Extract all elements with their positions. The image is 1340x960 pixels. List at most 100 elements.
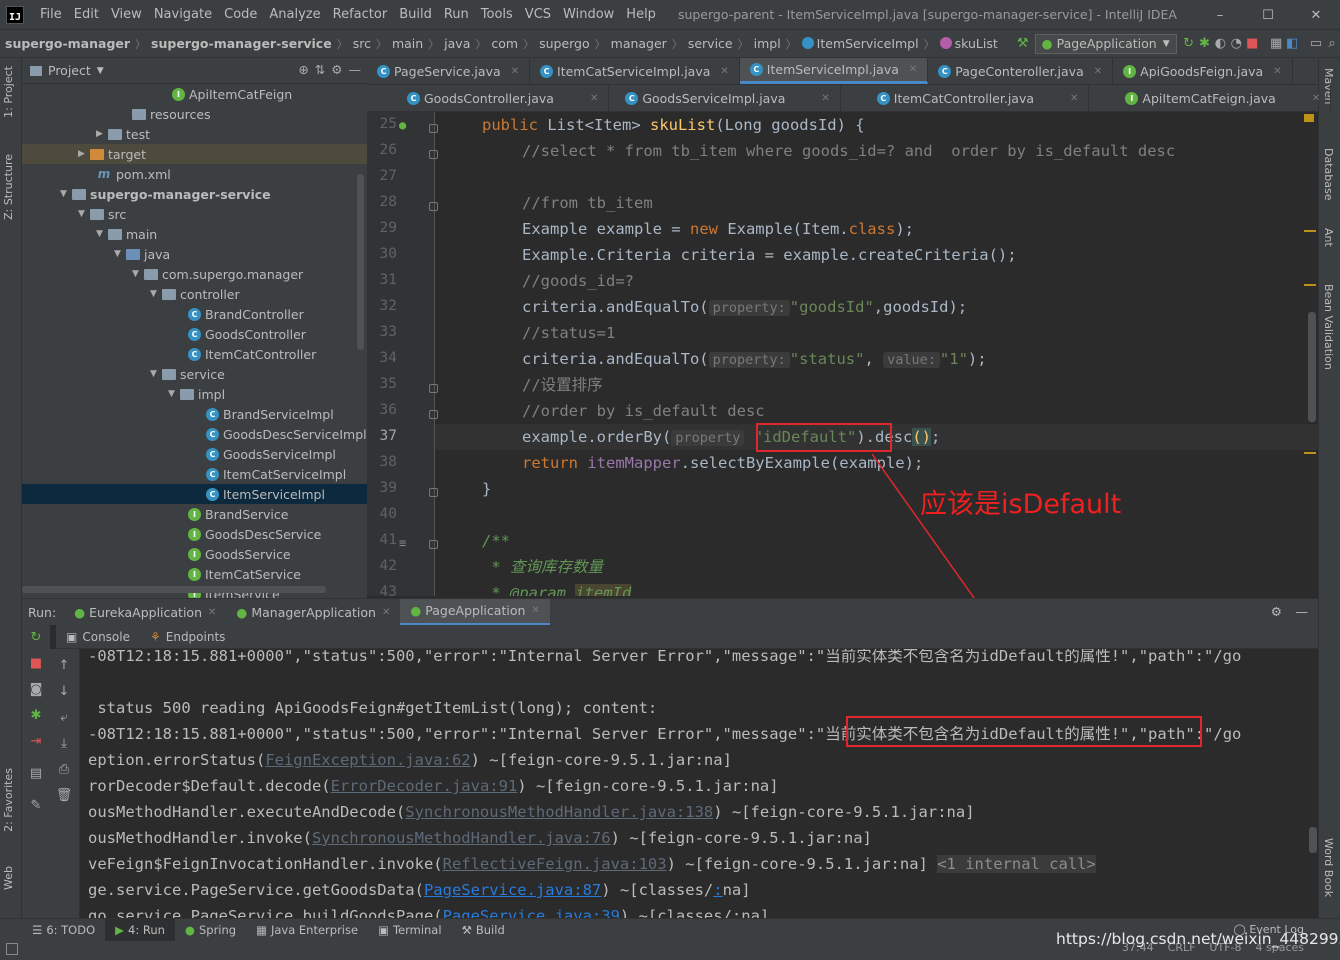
warning-stripe[interactable] xyxy=(1304,230,1316,232)
database-tool-button[interactable]: Database xyxy=(1322,148,1335,201)
close-icon[interactable]: ✕ xyxy=(821,93,829,104)
trash-icon[interactable]: 🗑 xyxy=(54,785,74,805)
tree-item[interactable]: C GoodsDescServiceImpl xyxy=(22,424,367,444)
breadcrumb-module[interactable]: supergo-manager-service xyxy=(148,36,335,51)
tree-item[interactable]: I ItemCatService xyxy=(22,564,367,584)
console-scrollbar[interactable] xyxy=(1309,827,1317,853)
tab-itemcat-controller[interactable]: C ItemCatController.java ✕ xyxy=(841,85,1090,111)
tree-item[interactable]: ▼ main xyxy=(22,224,367,244)
tree-item[interactable]: C ItemCatController xyxy=(22,344,367,364)
run-tab-manager[interactable]: ● ManagerApplication ✕ xyxy=(226,599,400,626)
breadcrumb-method[interactable]: skuList xyxy=(937,36,1001,51)
menu-file[interactable]: File xyxy=(34,7,68,22)
close-window-button[interactable]: ✕ xyxy=(1292,0,1340,30)
tree-item[interactable]: ▼ service xyxy=(22,364,367,384)
pin-icon[interactable]: ✎ xyxy=(26,795,46,815)
warning-marker-icon[interactable] xyxy=(1304,114,1314,122)
todo-tab[interactable]: ☰ 6: TODO xyxy=(22,919,105,941)
warning-stripe[interactable] xyxy=(1304,452,1316,454)
debug-icon[interactable]: ✱ xyxy=(26,705,46,725)
close-icon[interactable]: ✕ xyxy=(909,64,917,75)
stop-icon[interactable]: ■ xyxy=(1244,33,1260,55)
close-icon[interactable]: ✕ xyxy=(208,607,216,618)
stacktrace-link[interactable]: FeignException.java:62 xyxy=(265,751,470,769)
menu-refactor[interactable]: Refactor xyxy=(327,7,394,22)
breadcrumb-src[interactable]: src xyxy=(350,36,374,51)
chevron-down-icon[interactable]: ▼ xyxy=(78,209,90,219)
menu-vcs[interactable]: VCS xyxy=(519,7,557,22)
menu-code[interactable]: Code xyxy=(218,7,263,22)
menu-window[interactable]: Window xyxy=(557,7,620,22)
tree-item[interactable]: C GoodsController xyxy=(22,324,367,344)
exit-icon[interactable]: ⇥ xyxy=(26,731,46,751)
close-icon[interactable]: ✕ xyxy=(511,66,519,77)
tab-page-conteroller[interactable]: C PageConteroller.java ✕ xyxy=(928,58,1114,84)
soft-wrap-icon[interactable]: ⤶ xyxy=(54,707,74,727)
chevron-down-icon[interactable]: ▼ xyxy=(114,249,126,259)
console-tab[interactable]: ▣ Console xyxy=(56,625,140,649)
terminal-tab[interactable]: ▣ Terminal xyxy=(368,919,451,941)
tab-item-service-impl[interactable]: C ItemServiceImpl.java ✕ xyxy=(739,58,929,84)
tree-item[interactable]: I GoodsService xyxy=(22,544,367,564)
breadcrumb-com[interactable]: com xyxy=(488,36,521,51)
fold-marker-icon[interactable] xyxy=(429,150,438,159)
locate-icon[interactable]: ⊕ xyxy=(298,62,308,77)
menu-analyze[interactable]: Analyze xyxy=(263,7,326,22)
arrow-up-icon[interactable]: ↑ xyxy=(54,655,74,675)
gear-icon[interactable]: ⚙ xyxy=(1271,604,1282,619)
run-tab-eureka[interactable]: ● EurekaApplication ✕ xyxy=(64,599,226,626)
tree-item[interactable]: C ItemCatServiceImpl xyxy=(22,464,367,484)
stacktrace-link[interactable]: PageService.java:87 xyxy=(424,881,601,899)
implements-icon[interactable]: ● xyxy=(399,118,406,132)
folded-frames[interactable]: <1 internal call> xyxy=(937,855,1096,873)
stacktrace-link[interactable]: ReflectiveFeign.java:103 xyxy=(443,855,667,873)
tree-item-selected[interactable]: C ItemServiceImpl xyxy=(22,484,367,504)
close-icon[interactable]: ✕ xyxy=(720,66,728,77)
project-tool-button[interactable]: 1: Project xyxy=(2,66,15,118)
collapse-all-icon[interactable]: ⇅ xyxy=(315,62,325,77)
build-tab[interactable]: ⚒ Build xyxy=(452,919,515,941)
run-tab[interactable]: ▶ 4: Run xyxy=(105,919,175,941)
stacktrace-link[interactable]: : xyxy=(713,881,722,899)
breadcrumb-manager[interactable]: manager xyxy=(608,36,670,51)
breadcrumb-supergo[interactable]: supergo xyxy=(536,36,593,51)
presentation-icon[interactable]: ▭ xyxy=(1308,33,1324,55)
fold-marker-icon[interactable] xyxy=(429,384,438,393)
close-icon[interactable]: ✕ xyxy=(531,605,539,616)
close-icon[interactable]: ✕ xyxy=(1094,66,1102,77)
camera-icon[interactable]: ◙ xyxy=(26,679,46,699)
maximize-button[interactable]: ☐ xyxy=(1244,0,1292,30)
project-hscrollbar[interactable] xyxy=(22,586,326,593)
arrow-down-icon[interactable]: ↓ xyxy=(54,681,74,701)
project-scrollbar[interactable] xyxy=(357,174,364,350)
code-editor[interactable]: 25 26 27 28 29 30 31 32 33 34 35 36 37 3… xyxy=(367,112,1318,596)
close-icon[interactable]: ✕ xyxy=(1070,93,1078,104)
breadcrumb-class[interactable]: ItemServiceImpl xyxy=(799,36,922,51)
fold-marker-icon[interactable] xyxy=(429,410,438,419)
coverage-icon[interactable]: ◐ xyxy=(1212,33,1228,55)
menu-tools[interactable]: Tools xyxy=(475,7,519,22)
tree-item[interactable]: ▼ src xyxy=(22,204,367,224)
java-enterprise-tab[interactable]: ▦ Java Enterprise xyxy=(246,919,368,941)
web-tool-button[interactable]: Web xyxy=(2,866,15,890)
search-icon[interactable]: ⌕ xyxy=(1324,33,1340,55)
word-book-tool-button[interactable]: Word Book xyxy=(1322,838,1335,897)
menu-edit[interactable]: Edit xyxy=(68,7,105,22)
tree-item[interactable]: C BrandServiceImpl xyxy=(22,404,367,424)
menu-help[interactable]: Help xyxy=(620,7,662,22)
chevron-down-icon[interactable]: ▼ xyxy=(150,289,162,299)
fold-marker-icon[interactable] xyxy=(429,124,438,133)
chevron-down-icon[interactable]: ▼ xyxy=(96,229,108,239)
profile-icon[interactable]: ◔ xyxy=(1228,33,1244,55)
stop-icon[interactable]: ■ xyxy=(26,653,46,673)
tree-item[interactable]: ▼ supergo-manager-service xyxy=(22,184,367,204)
menu-build[interactable]: Build xyxy=(393,7,438,22)
breadcrumb-service[interactable]: service xyxy=(685,36,736,51)
project-structure-icon[interactable]: ▦ xyxy=(1268,33,1284,55)
tab-page-service[interactable]: C PageService.java ✕ xyxy=(367,58,531,84)
chevron-down-icon[interactable]: ▼ xyxy=(168,389,180,399)
chevron-right-icon[interactable]: ▶ xyxy=(78,149,90,159)
menu-run[interactable]: Run xyxy=(438,7,475,22)
close-icon[interactable]: ✕ xyxy=(1312,93,1320,104)
minimize-button[interactable]: – xyxy=(1196,0,1244,30)
